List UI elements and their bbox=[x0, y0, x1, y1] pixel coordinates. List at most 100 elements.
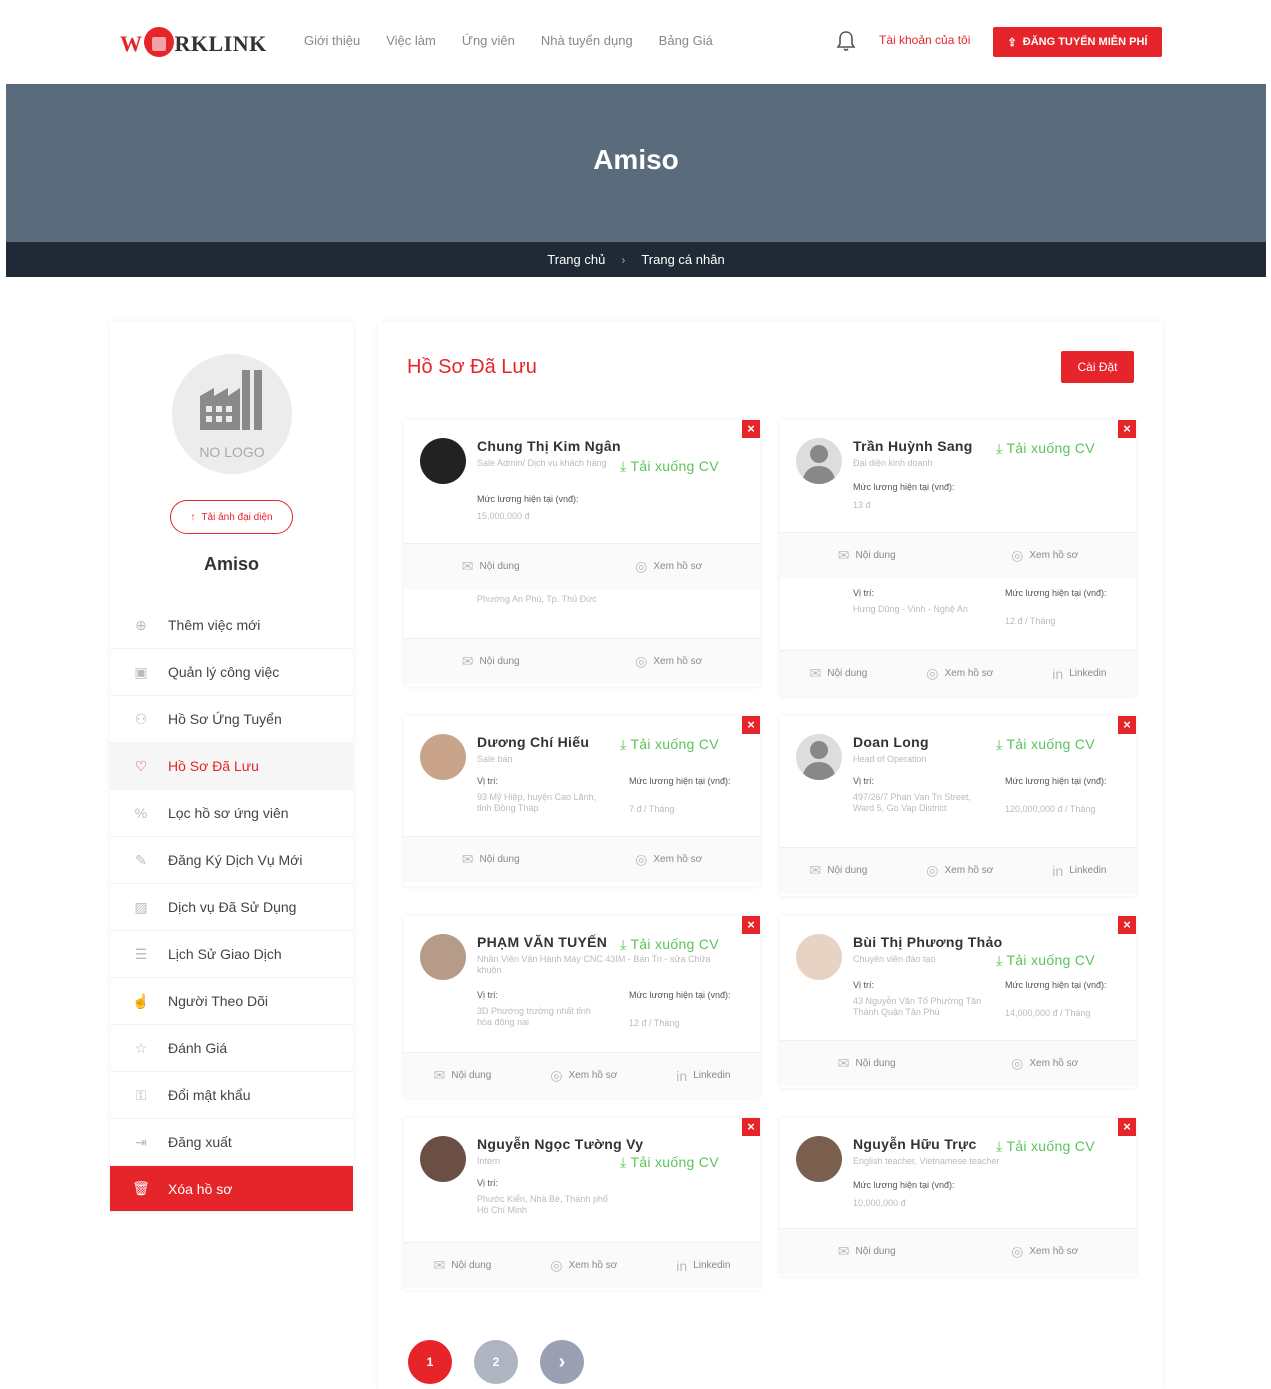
nav-jobs[interactable]: Việc làm bbox=[386, 33, 436, 48]
view-icon: ◎ bbox=[635, 653, 648, 669]
remove-card-icon[interactable]: × bbox=[742, 716, 760, 734]
candidate-title: Head of Operation bbox=[853, 754, 927, 764]
view-profile-button[interactable]: ◎ Xem hồ sơ bbox=[635, 653, 702, 670]
content-button[interactable]: ✉ Nội dung bbox=[838, 1243, 896, 1260]
view-profile-label: Xem hồ sơ bbox=[1029, 1246, 1079, 1257]
page-1-button[interactable]: 1 bbox=[408, 1340, 452, 1384]
breadcrumb-home[interactable]: Trang chủ bbox=[547, 252, 605, 267]
content-button[interactable]: ✉ Nội dung bbox=[838, 1055, 896, 1072]
salary-value: 120,000,000 đ / Tháng bbox=[1005, 804, 1096, 814]
next-page-icon[interactable]: › bbox=[540, 1340, 584, 1384]
remove-card-icon[interactable]: × bbox=[1118, 716, 1136, 734]
linkedin-button[interactable]: in Linkedin bbox=[676, 1258, 730, 1274]
remove-card-icon[interactable]: × bbox=[1118, 1118, 1136, 1136]
download-cv-label: Tải xuống CV bbox=[630, 936, 719, 952]
download-cv-link[interactable]: ⤓ Tải xuống CV bbox=[996, 1138, 1095, 1155]
content-button[interactable]: ✉ Nội dung bbox=[838, 547, 896, 564]
page-2-button[interactable]: 2 bbox=[474, 1340, 518, 1384]
candidate-name[interactable]: Chung Thị Kim Ngân bbox=[477, 438, 621, 454]
view-profile-button[interactable]: ◎ Xem hồ sơ bbox=[926, 862, 993, 879]
remove-card-icon[interactable]: × bbox=[742, 916, 760, 934]
sidebar-item-logout[interactable]: ⇥ Đăng xuất bbox=[110, 1119, 353, 1166]
content-button[interactable]: ✉ Nội dung bbox=[810, 665, 868, 682]
content-button[interactable]: ✉ Nội dung bbox=[462, 558, 520, 575]
download-cv-link[interactable]: ⤓ Tải xuống CV bbox=[620, 736, 719, 753]
sidebar-item-reviews[interactable]: ☆ Đánh Giá bbox=[110, 1025, 353, 1072]
main-nav: Giới thiệu Việc làm Ứng viên Nhà tuyển d… bbox=[304, 33, 713, 48]
sidebar-item-label: Đổi mật khẩu bbox=[168, 1087, 251, 1103]
sidebar-item-applications[interactable]: ⚇ Hồ Sơ Ứng Tuyển bbox=[110, 696, 353, 743]
linkedin-label: Linkedin bbox=[693, 1070, 731, 1081]
download-cv-link[interactable]: ⤓ Tải xuống CV bbox=[620, 458, 719, 475]
envelope-icon: ✉ bbox=[433, 1067, 446, 1083]
candidate-title: English teacher, Vietnamese teacher bbox=[853, 1156, 1000, 1166]
download-cv-link[interactable]: ⤓ Tải xuống CV bbox=[996, 440, 1095, 457]
download-cv-link[interactable]: ⤓ Tải xuống CV bbox=[620, 936, 719, 953]
upload-avatar-button[interactable]: ↑ Tải ảnh đại diện bbox=[170, 500, 293, 534]
remove-card-icon[interactable]: × bbox=[742, 1118, 760, 1136]
account-link[interactable]: Tài khoản của tôi bbox=[879, 33, 970, 47]
sidebar-item-delete-profile[interactable]: 🗑 Xóa hồ sơ bbox=[110, 1166, 353, 1212]
candidate-address: 497/26/7 Phan Van Tri Street, Ward 5, Go… bbox=[853, 792, 971, 813]
nav-candidates[interactable]: Ứng viên bbox=[462, 33, 515, 48]
linkedin-button[interactable]: in Linkedin bbox=[1052, 863, 1106, 879]
view-profile-button[interactable]: ◎ Xem hồ sơ bbox=[635, 851, 702, 868]
breadcrumb-separator-icon: › bbox=[621, 252, 626, 267]
download-cv-link[interactable]: ⤓ Tải xuống CV bbox=[996, 736, 1095, 753]
view-profile-button[interactable]: ◎ Xem hồ sơ bbox=[550, 1067, 617, 1084]
view-profile-button[interactable]: ◎ Xem hồ sơ bbox=[550, 1257, 617, 1274]
trash-icon: 🗑 bbox=[132, 1180, 150, 1196]
candidate-name[interactable]: Trần Huỳnh Sang bbox=[853, 438, 973, 454]
content-button[interactable]: ✉ Nội dung bbox=[462, 851, 520, 868]
view-profile-button[interactable]: ◎ Xem hồ sơ bbox=[926, 665, 993, 682]
view-profile-button[interactable]: ◎ Xem hồ sơ bbox=[1011, 1055, 1078, 1072]
logo[interactable]: W RKLINK bbox=[120, 24, 267, 64]
linkedin-button[interactable]: in Linkedin bbox=[1052, 666, 1106, 682]
view-profile-button[interactable]: ◎ Xem hồ sơ bbox=[1011, 1243, 1078, 1260]
sidebar-item-label: Đánh Giá bbox=[168, 1040, 228, 1056]
download-cv-link[interactable]: ⤓ Tải xuống CV bbox=[620, 1154, 719, 1171]
view-profile-label: Xem hồ sơ bbox=[568, 1260, 618, 1271]
remove-card-icon[interactable]: × bbox=[742, 420, 760, 438]
view-icon: ◎ bbox=[1011, 1055, 1024, 1071]
linkedin-button[interactable]: in Linkedin bbox=[676, 1068, 730, 1084]
download-cv-link[interactable]: ⤓ Tải xuống CV bbox=[996, 952, 1095, 969]
settings-button[interactable]: Cài Đặt bbox=[1061, 351, 1134, 383]
view-profile-button[interactable]: ◎ Xem hồ sơ bbox=[1011, 547, 1078, 564]
sidebar-item-used-services[interactable]: ▨ Dịch vụ Đã Sử Dụng bbox=[110, 884, 353, 931]
sidebar-item-filter-candidates[interactable]: % Lọc hồ sơ ứng viên bbox=[110, 790, 353, 837]
post-job-button[interactable]: ⇪ ĐĂNG TUYỂN MIỄN PHÍ bbox=[993, 27, 1162, 57]
bell-icon[interactable] bbox=[836, 30, 856, 52]
candidate-name[interactable]: PHẠM VĂN TUYẾN bbox=[477, 934, 607, 950]
sidebar-item-manage-jobs[interactable]: ▣ Quản lý công việc bbox=[110, 649, 353, 696]
sidebar-item-add-job[interactable]: ⊕ Thêm việc mới bbox=[110, 602, 353, 649]
sidebar-item-transaction-history[interactable]: ☰ Lịch Sử Giao Dịch bbox=[110, 931, 353, 978]
download-cv-label: Tải xuống CV bbox=[1006, 952, 1095, 968]
nav-about[interactable]: Giới thiệu bbox=[304, 33, 360, 48]
sidebar-item-register-service[interactable]: ✎ Đăng Ký Dịch Vụ Mới bbox=[110, 837, 353, 884]
content-button[interactable]: ✉ Nội dung bbox=[462, 653, 520, 670]
remove-card-icon[interactable]: × bbox=[1118, 420, 1136, 438]
sidebar-item-saved-profiles[interactable]: ♡ Hồ Sơ Đã Lưu bbox=[110, 743, 353, 790]
candidate-name[interactable]: Bùi Thị Phương Thảo bbox=[853, 934, 1002, 950]
salary-label: Mức lương hiện tại (vnđ): bbox=[1005, 980, 1107, 990]
sidebar-item-change-password[interactable]: ⚿ Đổi mật khẩu bbox=[110, 1072, 353, 1119]
logo-letter-w: W bbox=[120, 31, 143, 56]
position-label: Vị trí: bbox=[477, 776, 499, 786]
upload-icon: ⇪ bbox=[1007, 36, 1017, 49]
sidebar-item-followers[interactable]: ☝ Người Theo Dõi bbox=[110, 978, 353, 1025]
view-profile-button[interactable]: ◎ Xem hồ sơ bbox=[635, 558, 702, 575]
candidate-name[interactable]: Dương Chí Hiếu bbox=[477, 734, 589, 750]
content-button[interactable]: ✉ Nội dung bbox=[434, 1067, 492, 1084]
candidate-name[interactable]: Nguyễn Hữu Trực bbox=[853, 1136, 977, 1152]
content-button[interactable]: ✉ Nội dung bbox=[810, 862, 868, 879]
nav-employers[interactable]: Nhà tuyển dụng bbox=[541, 33, 633, 48]
candidate-name[interactable]: Nguyễn Ngọc Tường Vy bbox=[477, 1136, 643, 1152]
nav-pricing[interactable]: Bảng Giá bbox=[659, 33, 713, 48]
download-cv-label: Tải xuống CV bbox=[630, 736, 719, 752]
content-button[interactable]: ✉ Nội dung bbox=[434, 1257, 492, 1274]
candidate-name[interactable]: Doan Long bbox=[853, 734, 929, 750]
envelope-icon: ✉ bbox=[461, 558, 474, 574]
remove-card-icon[interactable]: × bbox=[1118, 916, 1136, 934]
content-label: Nội dung bbox=[827, 668, 868, 679]
